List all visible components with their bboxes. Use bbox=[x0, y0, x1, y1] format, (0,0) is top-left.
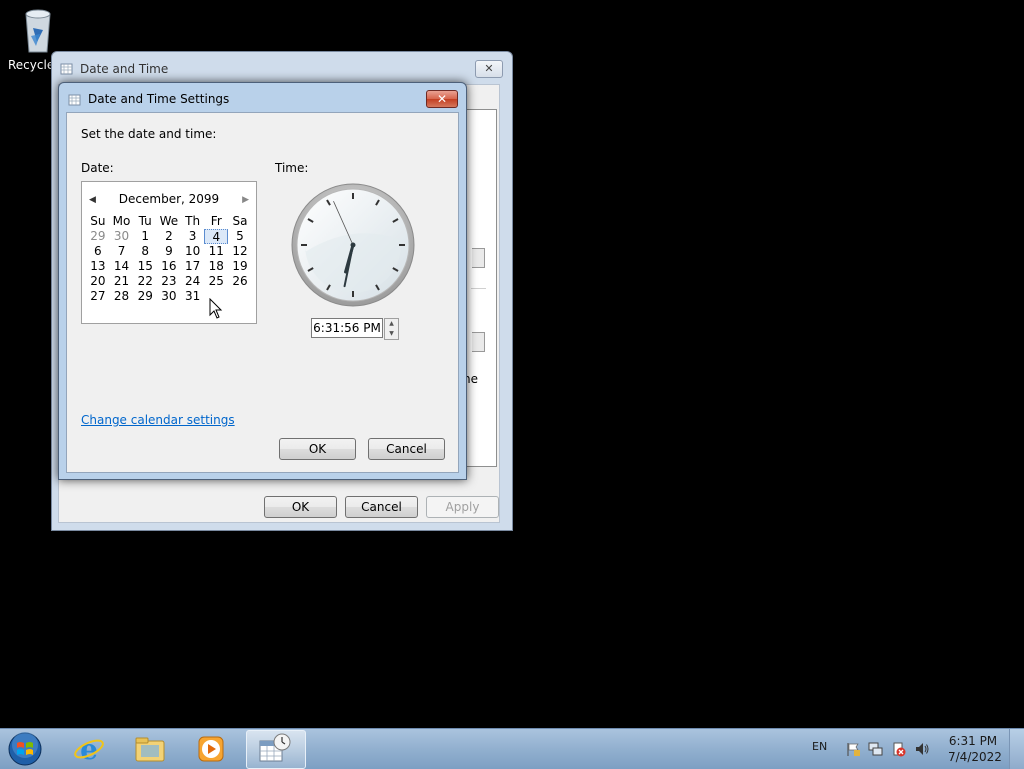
calendar-day[interactable]: 9 bbox=[157, 244, 181, 259]
cancel-button[interactable]: Cancel bbox=[368, 438, 445, 460]
calendar-week-row: 20 21 22 23 24 25 26 bbox=[86, 274, 252, 289]
weekday-header-cell: Mo bbox=[112, 214, 131, 228]
calendar-day[interactable]: 27 bbox=[86, 289, 110, 304]
next-month-icon[interactable]: ▶ bbox=[242, 195, 249, 205]
calendar-day[interactable]: 2 bbox=[157, 229, 181, 244]
calendar-week-row: 27 28 29 30 31 bbox=[86, 289, 252, 304]
calendar-day[interactable]: 20 bbox=[86, 274, 110, 289]
calendar-day[interactable]: 19 bbox=[228, 259, 252, 274]
weekday-header-cell: We bbox=[159, 214, 179, 228]
media-player-icon[interactable] bbox=[194, 733, 228, 765]
start-button[interactable] bbox=[6, 731, 44, 767]
calendar-day[interactable]: 30 bbox=[157, 289, 181, 304]
volume-icon[interactable] bbox=[914, 741, 930, 757]
calendar-week-row: 29 30 1 2 3 4 5 bbox=[86, 229, 252, 244]
calendar-day[interactable]: 1 bbox=[133, 229, 157, 244]
ok-button[interactable]: OK bbox=[264, 496, 337, 518]
spin-down-icon[interactable]: ▼ bbox=[385, 329, 398, 339]
weekday-header: Su Mo Tu We Th Fr Sa bbox=[86, 214, 252, 228]
calendar-day[interactable]: 5 bbox=[228, 229, 252, 244]
calendar-day[interactable]: 11 bbox=[204, 244, 228, 259]
calendar-day[interactable]: 29 bbox=[86, 229, 110, 244]
analog-clock bbox=[291, 183, 415, 307]
power-warning-icon[interactable] bbox=[890, 741, 906, 757]
change-time-zone-button-edge[interactable] bbox=[472, 332, 485, 352]
calendar-day[interactable]: 10 bbox=[181, 244, 205, 259]
calendar-day[interactable]: 24 bbox=[181, 274, 205, 289]
show-desktop-button[interactable] bbox=[1009, 729, 1024, 769]
spin-up-icon[interactable]: ▲ bbox=[385, 319, 398, 329]
weekday-header-cell: Th bbox=[185, 214, 201, 228]
taskbar-time: 6:31 PM bbox=[948, 734, 998, 748]
calendar-day[interactable]: 16 bbox=[157, 259, 181, 274]
dialog-title: Date and Time Settings bbox=[88, 92, 230, 106]
calendar-day[interactable]: 31 bbox=[181, 289, 205, 304]
calendar-week-row: 13 14 15 16 17 18 19 bbox=[86, 259, 252, 274]
internet-explorer-icon[interactable]: e bbox=[72, 733, 106, 765]
calendar-day[interactable]: 7 bbox=[110, 244, 134, 259]
calendar-day[interactable]: 17 bbox=[181, 259, 205, 274]
network-icon[interactable] bbox=[867, 741, 883, 757]
close-button[interactable]: ✕ bbox=[475, 60, 503, 78]
time-input[interactable]: 6:31:56 PM bbox=[311, 318, 383, 338]
calendar-day[interactable]: 4 bbox=[204, 229, 229, 244]
calendar-day[interactable]: 6 bbox=[86, 244, 110, 259]
calendar-day[interactable]: 21 bbox=[110, 274, 134, 289]
calendar-day[interactable]: 3 bbox=[181, 229, 205, 244]
calendar-day[interactable]: 15 bbox=[133, 259, 157, 274]
file-explorer-icon[interactable] bbox=[133, 733, 167, 765]
calendar-day[interactable]: 29 bbox=[133, 289, 157, 304]
change-calendar-settings-link[interactable]: Change calendar settings bbox=[81, 413, 235, 427]
calendar-clock-icon bbox=[60, 63, 73, 75]
language-indicator[interactable]: EN bbox=[812, 740, 827, 753]
date-time-icon bbox=[259, 733, 291, 762]
calendar-day[interactable]: 14 bbox=[110, 259, 134, 274]
calendar-day[interactable]: 25 bbox=[204, 274, 228, 289]
calendar-day bbox=[228, 289, 252, 304]
calendar-day[interactable]: 26 bbox=[228, 274, 252, 289]
calendar-day[interactable]: 13 bbox=[86, 259, 110, 274]
taskbar-clock[interactable]: 6:31 PM 7/4/2022 bbox=[948, 733, 1002, 765]
calendar-day[interactable]: 22 bbox=[133, 274, 157, 289]
date-time-settings-dialog: Date and Time Settings ✕ Set the date an… bbox=[58, 82, 467, 480]
calendar-days-grid: 29 30 1 2 3 4 5 6 7 8 9 10 11 12 13 14 15 16 17 18 19 20 21 22 2… bbox=[86, 229, 252, 304]
calendar-month-year[interactable]: December, 2099 bbox=[82, 192, 256, 206]
month-calendar[interactable]: ◀ December, 2099 ▶ Su Mo Tu We Th Fr Sa 29 30 1 2… bbox=[81, 181, 257, 324]
calendar-day[interactable]: 30 bbox=[110, 229, 134, 244]
window-title: Date and Time bbox=[80, 62, 169, 76]
instruction-text: Set the date and time: bbox=[81, 127, 217, 141]
calendar-clock-icon bbox=[68, 94, 81, 106]
mouse-cursor-icon bbox=[209, 298, 223, 319]
svg-text:e: e bbox=[80, 733, 98, 765]
weekday-header-cell: Su bbox=[90, 214, 106, 228]
taskbar-date: 7/4/2022 bbox=[948, 750, 1002, 764]
calendar-day[interactable]: 18 bbox=[204, 259, 228, 274]
weekday-header-cell: Fr bbox=[210, 214, 222, 228]
action-center-flag-icon[interactable] bbox=[845, 741, 861, 757]
date-label: Date: bbox=[81, 161, 114, 175]
calendar-day[interactable]: 28 bbox=[110, 289, 134, 304]
weekday-header-cell: Sa bbox=[232, 214, 248, 228]
recycle-bin-label: Recycle bbox=[8, 58, 55, 72]
ok-button[interactable]: OK bbox=[279, 438, 356, 460]
time-label: Time: bbox=[275, 161, 309, 175]
calendar-day[interactable]: 12 bbox=[228, 244, 252, 259]
recycle-bin-icon bbox=[25, 9, 51, 53]
change-date-button-edge[interactable] bbox=[472, 248, 485, 268]
weekday-header-cell: Tu bbox=[138, 214, 152, 228]
divider bbox=[471, 288, 486, 289]
taskbar: e EN 6:31 PM 7/4/2022 bbox=[0, 728, 1024, 769]
close-button[interactable]: ✕ bbox=[426, 90, 458, 108]
calendar-day[interactable]: 23 bbox=[157, 274, 181, 289]
time-spinner[interactable]: ▲ ▼ bbox=[384, 318, 399, 340]
dialog-body: Set the date and time: Date: Time: ◀ Dec… bbox=[66, 112, 459, 473]
apply-button[interactable]: Apply bbox=[426, 496, 499, 518]
calendar-week-row: 6 7 8 9 10 11 12 bbox=[86, 244, 252, 259]
cancel-button[interactable]: Cancel bbox=[345, 496, 418, 518]
calendar-day[interactable]: 8 bbox=[133, 244, 157, 259]
